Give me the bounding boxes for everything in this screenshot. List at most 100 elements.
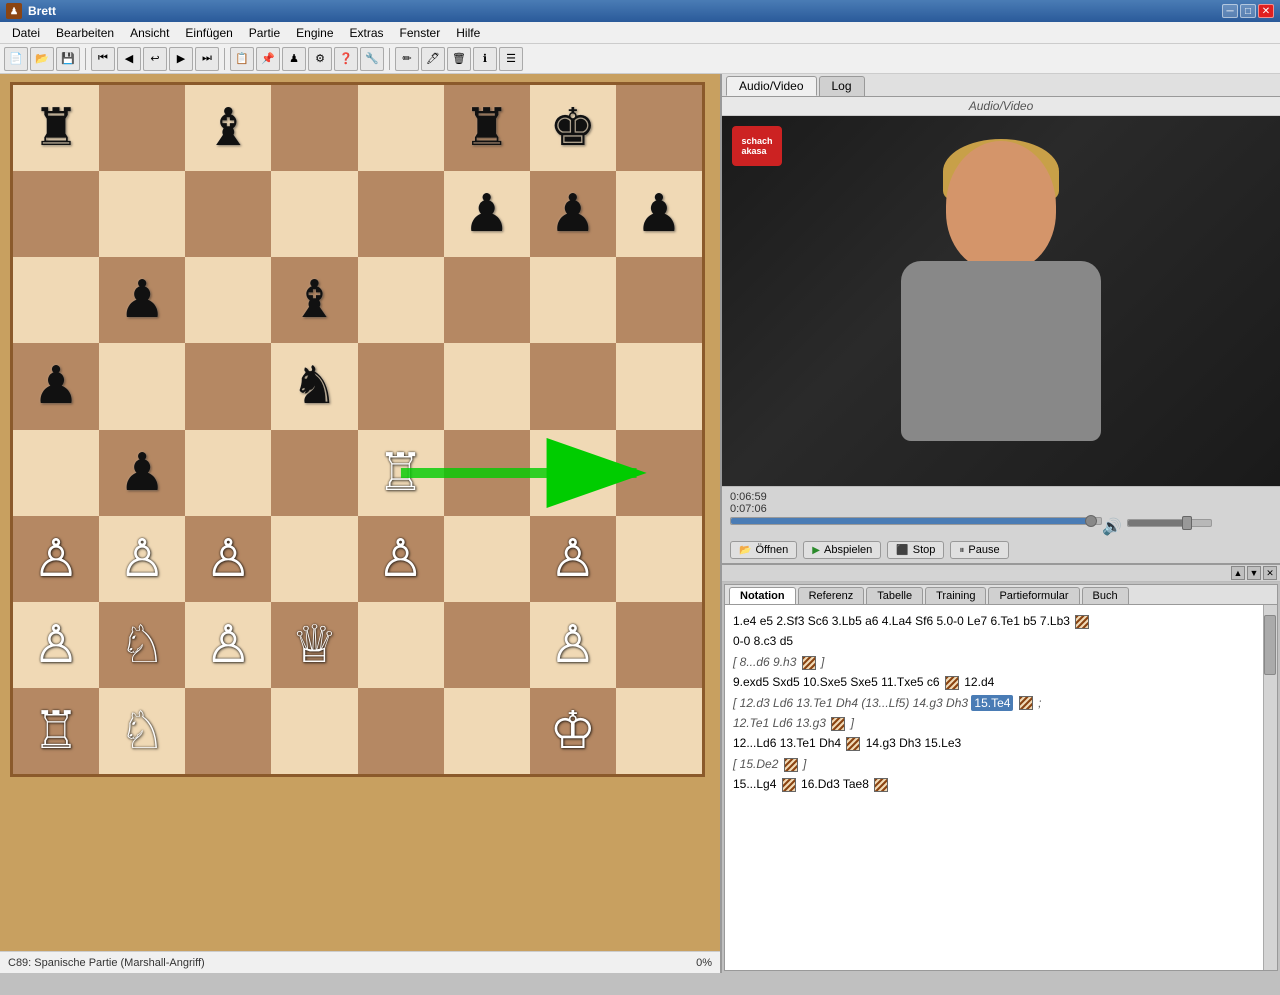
toolbar-options[interactable]: 🔧	[360, 47, 384, 71]
toolbar-delete[interactable]: 🗑	[447, 47, 471, 71]
toolbar-new[interactable]: 📄	[4, 47, 28, 71]
tab-buch[interactable]: Buch	[1082, 587, 1129, 604]
tab-tabelle[interactable]: Tabelle	[866, 587, 923, 604]
toolbar-misc[interactable]: ☰	[499, 47, 523, 71]
cell-6-3[interactable]: ♕	[271, 602, 357, 688]
piece-black-9820[interactable]: ♜	[33, 102, 80, 154]
piece-black-9822[interactable]: ♞	[291, 360, 338, 412]
menu-engine[interactable]: Engine	[288, 24, 341, 42]
cell-7-5[interactable]	[444, 688, 530, 774]
toolbar-forward[interactable]: ▶	[169, 47, 193, 71]
cell-2-2[interactable]	[185, 257, 271, 343]
cell-5-1[interactable]: ♙	[99, 516, 185, 602]
toolbar-open[interactable]: 📂	[30, 47, 54, 71]
piece-black-9820[interactable]: ♜	[463, 102, 510, 154]
cell-4-6[interactable]	[530, 430, 616, 516]
cell-3-0[interactable]: ♟	[13, 343, 99, 429]
cell-5-3[interactable]	[271, 516, 357, 602]
move-8[interactable]: 16.Dd3 Tae8	[798, 777, 873, 791]
piece-black-9823[interactable]: ♟	[119, 274, 166, 326]
cell-1-0[interactable]	[13, 171, 99, 257]
cell-4-3[interactable]	[271, 430, 357, 516]
cell-1-7[interactable]: ♟	[616, 171, 702, 257]
cell-1-5[interactable]: ♟	[444, 171, 530, 257]
close-button[interactable]: ✕	[1258, 4, 1274, 18]
piece-white-9816[interactable]: ♘	[119, 705, 166, 757]
notation-scroll-down[interactable]: ▼	[1247, 566, 1261, 580]
toolbar-back[interactable]: ◀	[117, 47, 141, 71]
menu-partie[interactable]: Partie	[241, 24, 288, 42]
piece-black-9823[interactable]: ♟	[463, 188, 510, 240]
cell-7-2[interactable]	[185, 688, 271, 774]
cell-5-5[interactable]	[444, 516, 530, 602]
piece-black-9823[interactable]: ♟	[636, 188, 683, 240]
toolbar-end[interactable]: ⏭	[195, 47, 219, 71]
piece-white-9817[interactable]: ♙	[550, 533, 597, 585]
current-move[interactable]: 15.Te4	[971, 695, 1013, 711]
cell-7-0[interactable]: ♖	[13, 688, 99, 774]
piece-white-9817[interactable]: ♙	[377, 533, 424, 585]
move-7[interactable]: 15...Lg4	[733, 777, 780, 791]
cell-0-7[interactable]	[616, 85, 702, 171]
cell-0-1[interactable]	[99, 85, 185, 171]
cell-0-4[interactable]	[358, 85, 444, 171]
toolbar-engine-toggle[interactable]: ⚙	[308, 47, 332, 71]
toolbar-save[interactable]: 💾	[56, 47, 80, 71]
piece-black-9823[interactable]: ♟	[119, 447, 166, 499]
piece-black-9823[interactable]: ♟	[33, 360, 80, 412]
toolbar-info[interactable]: ℹ	[473, 47, 497, 71]
cell-7-6[interactable]: ♔	[530, 688, 616, 774]
cell-6-2[interactable]: ♙	[185, 602, 271, 688]
move-4[interactable]: 12.d4	[961, 675, 994, 689]
move-6[interactable]: 14.g3 Dh3 15.Le3	[862, 736, 961, 750]
toolbar-edit2[interactable]: 🖊	[421, 47, 445, 71]
progress-handle[interactable]	[1085, 515, 1097, 527]
cell-4-0[interactable]	[13, 430, 99, 516]
menu-datei[interactable]: Datei	[4, 24, 48, 42]
piece-white-9816[interactable]: ♘	[119, 619, 166, 671]
volume-handle[interactable]	[1182, 516, 1192, 530]
cell-0-3[interactable]	[271, 85, 357, 171]
cell-4-4[interactable]: ♖	[358, 430, 444, 516]
piece-white-9814[interactable]: ♖	[33, 705, 80, 757]
progress-bar[interactable]	[730, 517, 1102, 525]
toolbar-replay[interactable]: ↩	[143, 47, 167, 71]
notation-content[interactable]: 1.e4 e5 2.Sf3 Sc6 3.Lb5 a6 4.La4 Sf6 5.0…	[725, 605, 1263, 970]
cell-6-4[interactable]	[358, 602, 444, 688]
cell-1-4[interactable]	[358, 171, 444, 257]
cell-6-6[interactable]: ♙	[530, 602, 616, 688]
cell-2-0[interactable]	[13, 257, 99, 343]
play-button[interactable]: ▶ Abspielen	[803, 541, 881, 559]
cell-1-1[interactable]	[99, 171, 185, 257]
tab-training[interactable]: Training	[925, 587, 986, 604]
toolbar-copy[interactable]: 📋	[230, 47, 254, 71]
cell-6-5[interactable]	[444, 602, 530, 688]
cell-5-6[interactable]: ♙	[530, 516, 616, 602]
move-2[interactable]: 0-0 8.c3 d5	[733, 634, 793, 648]
menu-bearbeiten[interactable]: Bearbeiten	[48, 24, 122, 42]
cell-2-1[interactable]: ♟	[99, 257, 185, 343]
cell-7-7[interactable]	[616, 688, 702, 774]
piece-white-9817[interactable]: ♙	[33, 533, 80, 585]
piece-white-9817[interactable]: ♙	[550, 619, 597, 671]
tab-referenz[interactable]: Referenz	[798, 587, 865, 604]
cell-3-2[interactable]	[185, 343, 271, 429]
cell-7-4[interactable]	[358, 688, 444, 774]
toolbar-help[interactable]: ❓	[334, 47, 358, 71]
piece-white-9817[interactable]: ♙	[33, 619, 80, 671]
piece-white-9814[interactable]: ♖	[377, 447, 424, 499]
piece-white-9817[interactable]: ♙	[119, 533, 166, 585]
piece-black-9821[interactable]: ♝	[205, 102, 252, 154]
stop-button[interactable]: ⬛ Stop	[887, 541, 944, 559]
cell-0-5[interactable]: ♜	[444, 85, 530, 171]
notation-close[interactable]: ✕	[1263, 566, 1277, 580]
cell-2-4[interactable]	[358, 257, 444, 343]
menu-hilfe[interactable]: Hilfe	[448, 24, 488, 42]
cell-1-6[interactable]: ♟	[530, 171, 616, 257]
cell-2-7[interactable]	[616, 257, 702, 343]
cell-4-1[interactable]: ♟	[99, 430, 185, 516]
tab-log[interactable]: Log	[819, 76, 865, 96]
pause-button[interactable]: ⏸ Pause	[950, 541, 1008, 559]
volume-bar[interactable]	[1127, 519, 1212, 527]
notation-scroll-up[interactable]: ▲	[1231, 566, 1245, 580]
